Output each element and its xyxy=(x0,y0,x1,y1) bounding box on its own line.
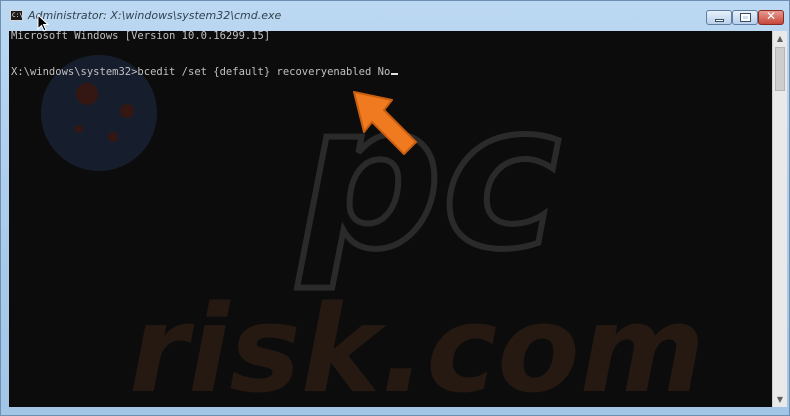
command-text: X:\windows\system32>bcedit /set {default… xyxy=(11,66,391,78)
mouse-cursor-icon xyxy=(37,14,50,32)
title-bar[interactable]: C:\ Administrator: X:\windows\system32\c… xyxy=(1,1,789,31)
window-title: Administrator: X:\windows\system32\cmd.e… xyxy=(28,9,282,22)
cmd-window: C:\ Administrator: X:\windows\system32\c… xyxy=(0,0,790,416)
scroll-up-icon[interactable]: ▲ xyxy=(773,31,787,46)
vertical-scrollbar[interactable]: ▲ ▼ xyxy=(772,31,787,407)
close-button[interactable]: ✕ xyxy=(758,9,784,25)
console-line-command: X:\windows\system32>bcedit /set {default… xyxy=(11,66,399,78)
close-icon: ✕ xyxy=(765,9,777,23)
cmd-icon[interactable]: C:\ xyxy=(10,10,23,21)
maximize-icon xyxy=(740,13,751,22)
scroll-thumb[interactable] xyxy=(775,47,785,91)
cmd-icon-label: C:\ xyxy=(12,12,23,19)
text-cursor xyxy=(391,73,399,75)
arrow-pointer-icon xyxy=(353,91,417,155)
maximize-button[interactable] xyxy=(732,10,758,25)
minimize-icon xyxy=(715,19,724,22)
minimize-button[interactable] xyxy=(706,10,732,25)
watermark-text: risk.com xyxy=(129,281,705,407)
scroll-down-icon[interactable]: ▼ xyxy=(773,392,787,407)
